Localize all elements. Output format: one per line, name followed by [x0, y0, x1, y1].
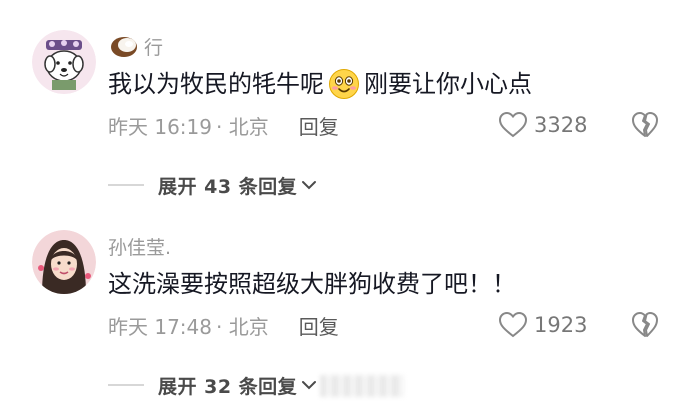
expand-replies-button[interactable]: 展开 32 条回复 — [108, 370, 317, 400]
comment-text-part: 刚要让你小心点 — [364, 70, 532, 98]
chevron-down-icon — [302, 181, 317, 190]
like-button[interactable]: 1923 — [498, 309, 587, 341]
broken-heart-icon[interactable] — [630, 310, 660, 340]
like-count: 3328 — [534, 113, 588, 137]
watermark — [320, 375, 404, 397]
comment-meta: 昨天 17:48 · 北京 回复 — [108, 310, 339, 340]
expand-replies-button[interactable]: 展开 43 条回复 — [108, 170, 317, 200]
avatar[interactable] — [32, 30, 96, 94]
heart-icon — [498, 111, 528, 138]
smile-emoji-icon — [329, 69, 359, 99]
comment-text-part: 我以为牧民的牦牛呢 — [108, 70, 324, 98]
like-button[interactable]: 3328 — [498, 109, 587, 141]
girl-avatar-icon — [32, 230, 96, 294]
comment-item: 孙佳莹. 这洗澡要按照超级大胖狗收费了吧！！ 昨天 17:48 · 北京 回复 … — [0, 222, 690, 411]
comment-text-part: 这洗澡要按照超级大胖狗收费了吧！！ — [108, 270, 516, 298]
reply-button[interactable]: 回复 — [299, 311, 339, 340]
timestamp: 昨天 16:19 — [108, 114, 212, 139]
like-count: 1923 — [534, 313, 588, 337]
username-row: 行 — [108, 32, 163, 60]
location: · 北京 — [216, 314, 269, 339]
expand-replies-label: 展开 32 条回复 — [158, 375, 298, 398]
divider-line — [108, 384, 144, 386]
divider-line — [108, 184, 144, 186]
comment-text: 这洗澡要按照超级大胖狗收费了吧！！ — [108, 267, 516, 301]
dog-avatar-icon — [32, 30, 96, 94]
username[interactable]: 孙佳莹. — [108, 233, 171, 260]
timestamp: 昨天 17:48 — [108, 314, 212, 339]
heart-icon — [498, 311, 528, 338]
expand-replies-label: 展开 43 条回复 — [158, 175, 298, 198]
comment-text: 我以为牧民的牦牛呢 刚要让你小心点 — [108, 67, 532, 101]
comment-item: 行 我以为牧民的牦牛呢 刚要让你小心点 昨天 16:19 · 北京 回复 332… — [0, 22, 690, 212]
coconut-icon — [111, 37, 137, 57]
chevron-down-icon — [302, 381, 317, 390]
location: · 北京 — [216, 114, 269, 139]
reply-button[interactable]: 回复 — [299, 111, 339, 140]
comment-meta: 昨天 16:19 · 北京 回复 — [108, 110, 339, 140]
username[interactable]: 行 — [144, 33, 163, 60]
broken-heart-icon[interactable] — [630, 110, 660, 140]
username-row: 孙佳莹. — [108, 232, 171, 260]
avatar[interactable] — [32, 230, 96, 294]
